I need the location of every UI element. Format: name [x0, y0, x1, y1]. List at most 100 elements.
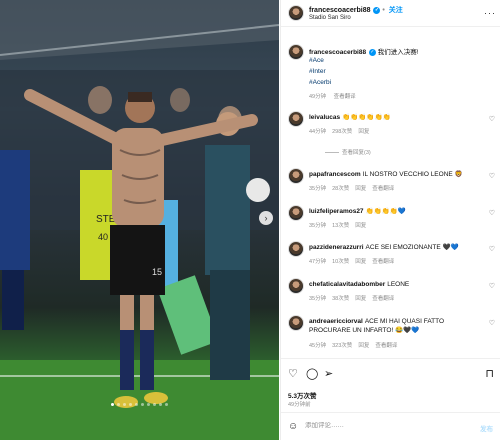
comment-likes[interactable]: 13次赞 [332, 223, 349, 229]
translate-link[interactable]: 查看翻译 [334, 94, 356, 100]
like-comment-icon[interactable]: ♡ [489, 245, 495, 253]
comment-text: leivalucas 👏👏👏👏👏👏 [309, 113, 487, 122]
location-link[interactable]: Stadio San Siro [309, 15, 351, 21]
translate-link[interactable]: 查看翻译 [372, 259, 394, 265]
carousel-dot [141, 403, 144, 406]
comment-text: luizfeliperamos27 👏👏👏👏💙 [309, 207, 487, 216]
comment-icon[interactable]: ◯ [306, 367, 318, 380]
comment-meta: 35分钟 38次赞 回复 查看翻译 [309, 294, 400, 302]
comment-time: 35分钟 [309, 186, 327, 192]
carousel-dot [129, 403, 132, 406]
avatar[interactable] [288, 5, 304, 21]
avatar[interactable] [288, 278, 304, 294]
carousel-dots [0, 403, 279, 406]
add-comment-bar: ☺ 发布 [281, 412, 500, 440]
reply-button[interactable]: 回复 [355, 259, 366, 265]
carousel-dot [165, 403, 168, 406]
carousel-dot [147, 403, 150, 406]
comment-username[interactable]: luizfeliperamos27 [309, 208, 364, 215]
comment-likes[interactable]: 10次赞 [332, 259, 349, 265]
separator-dot: • [382, 7, 385, 14]
like-comment-icon[interactable]: ♡ [489, 115, 495, 123]
reply-button[interactable]: 回复 [355, 223, 366, 229]
carousel-dot [159, 403, 162, 406]
comment-meta: 35分钟 28次赞 回复 查看翻译 [309, 184, 400, 192]
post-time: 49分钟前 [288, 402, 311, 408]
caption-meta: 49分钟 查看翻译 [309, 92, 362, 100]
like-comment-icon[interactable]: ♡ [489, 209, 495, 217]
comment-text: chefaticalavitadabomber LEONE [309, 280, 487, 289]
share-icon[interactable]: ➢ [324, 367, 333, 380]
comment-likes[interactable]: 323次赞 [332, 343, 352, 349]
comment-username[interactable]: leivalucas [309, 114, 340, 121]
post-photo: STEW 40 15 › [0, 0, 279, 440]
avatar[interactable] [288, 168, 304, 184]
verified-icon: ✓ [373, 6, 381, 14]
author-line: francescoacerbi88 ✓ • 关注 [309, 5, 403, 15]
avatar[interactable] [288, 44, 304, 60]
like-icon[interactable]: ♡ [288, 367, 298, 380]
comment-body: IL NOSTRO VECCHIO LEONE 🦁 [362, 171, 463, 178]
hashtag-link[interactable]: #Ace [309, 57, 324, 64]
reply-button[interactable]: 回复 [355, 186, 366, 192]
caption-time: 49分钟 [309, 94, 327, 100]
comment-time: 45分钟 [309, 343, 327, 349]
comment-text: papafrancescom IL NOSTRO VECCHIO LEONE 🦁 [309, 170, 487, 179]
reply-button[interactable]: 回复 [355, 296, 366, 302]
next-image-button[interactable]: › [259, 211, 273, 225]
like-comment-icon[interactable]: ♡ [489, 172, 495, 180]
carousel-dot [153, 403, 156, 406]
more-options-icon[interactable]: ··· [484, 8, 496, 18]
comment-text: andreaericciorval ACE MI HAI QUASI FATTO … [309, 317, 487, 335]
comment-time: 47分钟 [309, 259, 327, 265]
post-detail-panel: francescoacerbi88 ✓ • 关注 Stadio San Siro… [280, 0, 500, 440]
comment-username[interactable]: papafrancescom [309, 171, 361, 178]
like-comment-icon[interactable]: ♡ [489, 319, 495, 327]
comment-text: pazzidenerazzurri ACE SEI EMOZIONANTE 🖤💙 [309, 243, 487, 252]
avatar[interactable] [288, 111, 304, 127]
comment-meta: 44分钟 298次赞 回复 [309, 127, 375, 135]
player-number: 15 [152, 267, 162, 277]
comment-meta: 47分钟 10次赞 回复 查看翻译 [309, 257, 400, 265]
likes-count[interactable]: 5.3万次赞 [288, 390, 317, 400]
comment-likes[interactable]: 38次赞 [332, 296, 349, 302]
comment-time: 44分钟 [309, 129, 327, 135]
emoji-icon[interactable]: ☺ [288, 421, 298, 432]
comment-likes[interactable]: 28次赞 [332, 186, 349, 192]
comment-time: 35分钟 [309, 223, 327, 229]
like-comment-icon[interactable]: ♡ [489, 282, 495, 290]
post-comment-button[interactable]: 发布 [480, 423, 493, 433]
author-username[interactable]: francescoacerbi88 [309, 7, 370, 14]
translate-link[interactable]: 查看翻译 [372, 186, 394, 192]
avatar[interactable] [288, 315, 304, 331]
comment-body: ACE SEI EMOZIONANTE 🖤💙 [365, 244, 459, 251]
avatar[interactable] [288, 241, 304, 257]
comment-input[interactable] [305, 422, 455, 429]
translate-link[interactable]: 查看翻译 [375, 343, 397, 349]
avatar[interactable] [288, 205, 304, 221]
translate-link[interactable]: 查看翻译 [372, 296, 394, 302]
comment-username[interactable]: chefaticalavitadabomber [309, 281, 385, 288]
verified-icon: ✓ [368, 48, 376, 56]
carousel-dot [111, 403, 114, 406]
caption-username[interactable]: francescoacerbi88 [309, 49, 366, 56]
comment-meta: 45分钟 323次赞 回复 查看翻译 [309, 341, 403, 349]
view-replies-button[interactable]: 查看回复(3) [325, 148, 371, 156]
caption-body: 我们进入决赛! [377, 49, 419, 56]
carousel-dot [123, 403, 126, 406]
follow-button[interactable]: 关注 [389, 7, 403, 14]
comment-username[interactable]: pazzidenerazzurri [309, 244, 364, 251]
comment-body: 👏👏👏👏💙 [365, 208, 407, 215]
carousel-dot [135, 403, 138, 406]
comment-body: LEONE [387, 281, 410, 288]
comment-likes[interactable]: 298次赞 [332, 129, 352, 135]
carousel-dot [117, 403, 120, 406]
comment-time: 35分钟 [309, 296, 327, 302]
bookmark-icon[interactable]: ⊓ [485, 367, 494, 380]
hashtag-link[interactable]: #Acerbi [309, 79, 331, 86]
comment-body: 👏👏👏👏👏👏 [342, 114, 391, 121]
reply-button[interactable]: 回复 [358, 343, 369, 349]
hashtag-link[interactable]: #Inter [309, 68, 326, 75]
comment-username[interactable]: andreaericciorval [309, 318, 363, 325]
reply-button[interactable]: 回复 [358, 129, 369, 135]
